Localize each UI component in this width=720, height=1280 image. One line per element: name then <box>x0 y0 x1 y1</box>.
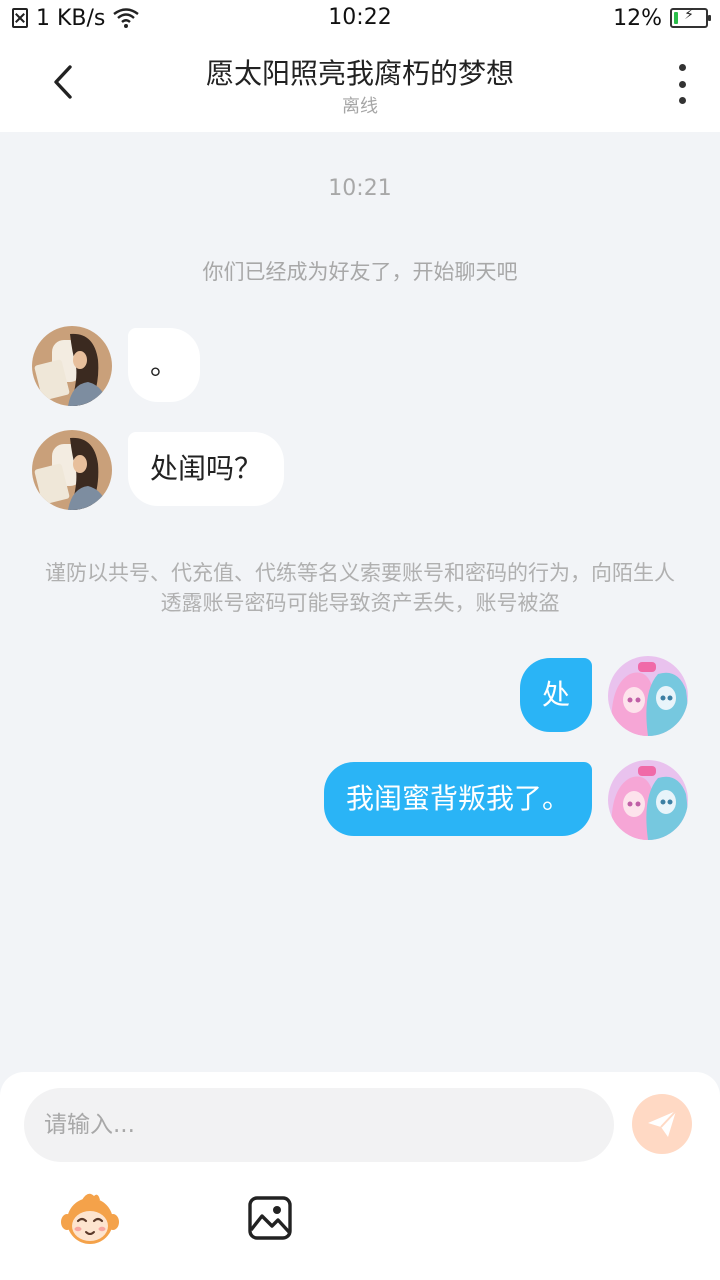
contact-status: 离线 <box>342 96 378 117</box>
battery-charging-icon: ⚡ <box>670 7 711 28</box>
back-button[interactable] <box>40 58 88 106</box>
emoji-icon <box>61 1193 119 1244</box>
input-panel <box>0 1072 720 1280</box>
message-input[interactable] <box>24 1088 614 1162</box>
user-avatar[interactable] <box>608 656 688 736</box>
time-label: 10:21 <box>328 176 392 201</box>
security-warning: 谨防以共号、代充值、代练等名义索要账号和密码的行为，向陌生人透露账号密码可能导致… <box>45 561 675 615</box>
message-bubble[interactable]: 处闺吗？ <box>128 432 285 506</box>
send-button[interactable] <box>632 1094 692 1154</box>
message-bubble[interactable]: 我闺蜜背叛我了。 <box>323 762 592 836</box>
image-button[interactable] <box>246 1194 294 1242</box>
contact-name: 愿太阳照亮我腐朽的梦想 <box>205 57 514 90</box>
more-button[interactable] <box>670 64 694 104</box>
user-avatar[interactable] <box>608 760 688 840</box>
battery-percent: 12% <box>613 5 662 31</box>
contact-avatar[interactable] <box>32 430 112 510</box>
chat-area[interactable]: 10:21 你们已经成为好友了，开始聊天吧 。 处闺吗？ 谨防以共号、代充值、代… <box>0 132 720 1072</box>
status-bar: 1 KB/s 10:22 12% ⚡ <box>0 0 720 36</box>
emoji-button[interactable] <box>60 1190 120 1246</box>
more-icon <box>678 64 686 71</box>
send-icon <box>648 1110 677 1137</box>
contact-avatar[interactable] <box>32 326 112 406</box>
system-message: 你们已经成为好友了，开始聊天吧 <box>202 260 518 284</box>
back-icon <box>54 65 72 99</box>
chat-header: 愿太阳照亮我腐朽的梦想 离线 <box>0 36 720 132</box>
status-time: 10:22 <box>328 5 392 30</box>
message-bubble[interactable]: 。 <box>128 328 201 402</box>
message-bubble[interactable]: 处 <box>519 658 592 732</box>
image-icon <box>248 1196 292 1240</box>
